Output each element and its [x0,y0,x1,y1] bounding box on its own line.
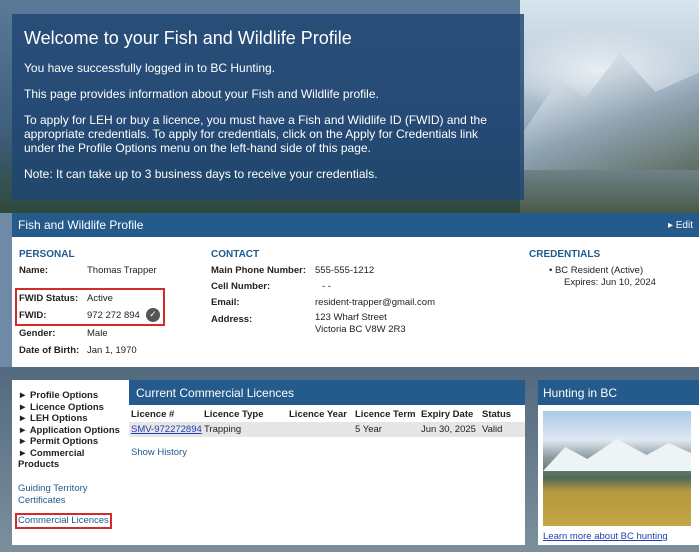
phone-label: Main Phone Number: [211,265,307,276]
verified-badge-icon: ✓ [146,308,160,322]
licences-title: Current Commercial Licences [129,380,525,405]
nav-profile-options[interactable]: ► Profile Options [18,390,123,402]
hunting-panel: Hunting in BC Learn more about BC huntin… [538,380,699,545]
col-expiry-date: Expiry Date [421,409,474,420]
col-licence-number: Licence # [131,409,175,420]
phone-value: 555-555-1212 [315,265,375,276]
gender-value: Male [87,328,108,339]
address-label: Address: [211,314,253,325]
nav-application-options[interactable]: ► Application Options [18,425,123,437]
gender-label: Gender: [19,328,56,339]
mountain-peaks [543,439,691,471]
licence-term-cell: 5 Year [355,424,382,435]
fwid-status-label: FWID Status: [19,293,79,304]
banner-mountain-image [524,53,699,170]
licence-number-link[interactable]: SMV-972272894 [131,424,202,435]
email-label: Email: [211,297,240,308]
address-line2: Victoria BC V8W 2R3 [315,324,406,335]
status-cell: Valid [482,424,503,435]
hunting-photo [543,411,691,526]
edit-profile-link[interactable]: ▸ Edit [668,220,693,231]
col-licence-type: Licence Type [204,409,264,420]
hunting-title: Hunting in BC [538,380,699,405]
col-licence-term: Licence Term [355,409,416,420]
cell-value: - - [322,281,331,292]
personal-heading: PERSONAL [19,249,75,260]
learn-more-link[interactable]: Learn more about BC hunting [543,531,668,542]
contact-heading: CONTACT [211,249,260,260]
credentials-heading: CREDENTIALS [529,249,601,260]
nav-permit-options[interactable]: ► Permit Options [18,436,123,448]
col-licence-year: Licence Year [289,409,347,420]
credential-item: • BC Resident (Active) [549,265,644,276]
licence-type-cell: Trapping [204,424,242,435]
name-value: Thomas Trapper [87,265,157,276]
dob-label: Date of Birth: [19,345,80,356]
sidebar-nav: ► Profile Options ► Licence Options ► LE… [12,380,129,545]
col-status: Status [482,409,512,420]
guiding-territory-certificates-link[interactable]: Guiding Territory Certificates [18,483,123,507]
licences-panel: Current Commercial Licences Licence # Li… [129,380,525,545]
welcome-title: Welcome to your Fish and Wildlife Profil… [24,28,352,48]
profile-panel: PERSONAL Name: Thomas Trapper FWID Statu… [12,237,699,367]
nav-commercial-products[interactable]: ► Commercial Products [18,448,123,471]
expiry-date-cell: Jun 30, 2025 [421,424,476,435]
nav-licence-options[interactable]: ► Licence Options [18,402,123,414]
cell-label: Cell Number: [211,281,271,292]
address-line1: 123 Wharf Street [315,312,387,323]
welcome-note-text: Note: It can take up to 3 business days … [24,167,378,181]
dob-value: Jan 1, 1970 [87,345,137,356]
profile-title: Fish and Wildlife Profile [18,218,144,232]
welcome-panel: Welcome to your Fish and Wildlife Profil… [12,14,524,200]
profile-header: Fish and Wildlife Profile ▸ Edit [12,213,699,237]
credential-expiry: Expires: Jun 10, 2024 [564,277,656,288]
nav-leh-options[interactable]: ► LEH Options [18,413,123,425]
welcome-info-text: This page provides information about you… [24,87,379,101]
show-history-link[interactable]: Show History [131,447,187,458]
welcome-login-text: You have successfully logged in to BC Hu… [24,61,276,75]
fwid-status-value: Active [87,293,113,304]
fwid-value: 972 272 894 [87,310,140,321]
email-value: resident-trapper@gmail.com [315,297,435,308]
name-label: Name: [19,265,49,276]
welcome-instructions-text: To apply for LEH or buy a licence, you m… [24,113,487,155]
commercial-licences-link[interactable]: Commercial Licences [15,512,112,529]
fwid-label: FWID: [19,310,47,321]
